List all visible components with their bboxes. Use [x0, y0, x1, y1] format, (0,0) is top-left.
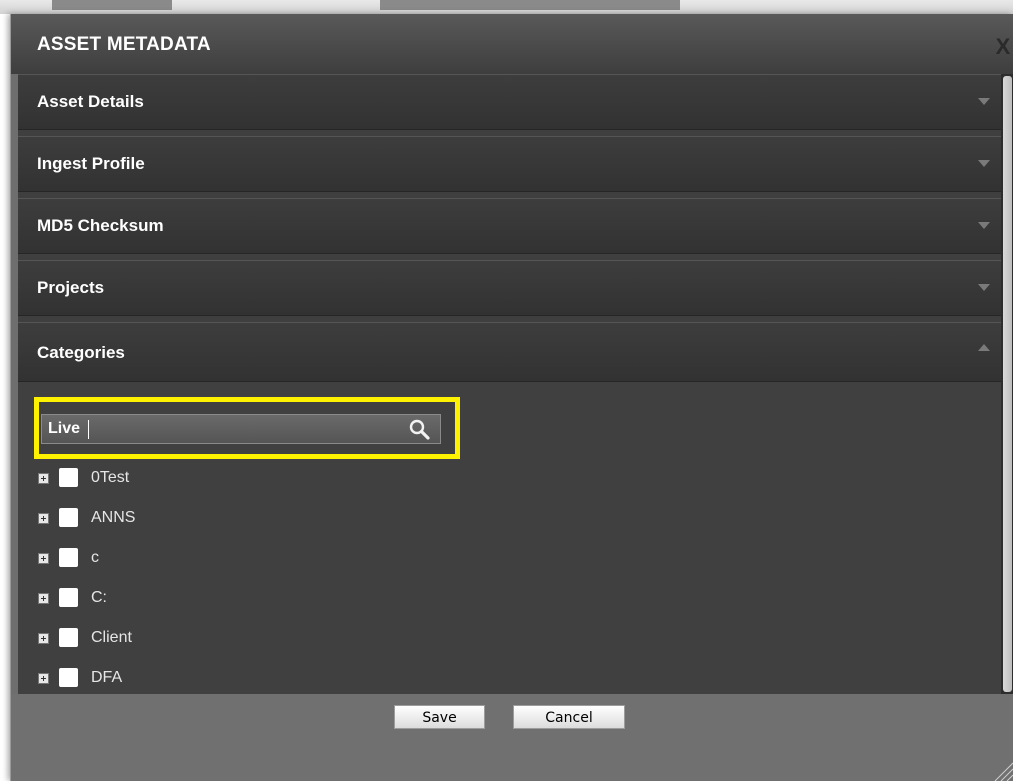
- section-label: MD5 Checksum: [37, 216, 164, 235]
- chevron-down-icon: [978, 222, 990, 229]
- tree-item: ANNS: [38, 504, 438, 532]
- tree-item: 0Test: [38, 464, 438, 492]
- background-page-strip: [0, 0, 1013, 14]
- dialog-title: ASSET METADATA: [37, 34, 211, 55]
- expand-plus-icon[interactable]: [38, 633, 49, 644]
- section-label: Ingest Profile: [37, 154, 145, 173]
- expand-plus-icon[interactable]: [38, 513, 49, 524]
- section-asset-details[interactable]: Asset Details: [18, 74, 1001, 130]
- category-checkbox[interactable]: [59, 508, 78, 527]
- resize-grip-icon[interactable]: [987, 755, 1013, 781]
- category-label[interactable]: ANNS: [91, 509, 135, 527]
- chevron-down-icon: [978, 98, 990, 105]
- dialog-titlebar[interactable]: ASSET METADATA X: [11, 14, 1013, 74]
- category-checkbox[interactable]: [59, 668, 78, 687]
- category-label[interactable]: Client: [91, 629, 132, 647]
- chevron-down-icon: [978, 284, 990, 291]
- metadata-accordion: Asset Details Ingest Profile MD5 Checksu…: [18, 74, 1001, 694]
- text-cursor: [88, 420, 89, 439]
- magnifier-icon[interactable]: [408, 418, 432, 442]
- section-categories[interactable]: Categories: [18, 322, 1001, 382]
- category-checkbox[interactable]: [59, 628, 78, 647]
- save-button[interactable]: Save: [394, 705, 485, 729]
- expand-plus-icon[interactable]: [38, 553, 49, 564]
- expand-plus-icon[interactable]: [38, 673, 49, 684]
- category-label[interactable]: C:: [91, 589, 107, 607]
- category-label[interactable]: c: [91, 549, 99, 567]
- categories-panel: 0Test ANNS c C:: [18, 382, 1001, 694]
- section-ingest-profile[interactable]: Ingest Profile: [18, 136, 1001, 192]
- chevron-up-icon: [978, 344, 990, 351]
- cancel-button[interactable]: Cancel: [513, 705, 625, 729]
- tree-item: Client: [38, 624, 438, 652]
- category-checkbox[interactable]: [59, 468, 78, 487]
- section-label: Categories: [37, 343, 125, 362]
- tree-item: C:: [38, 584, 438, 612]
- category-search-field[interactable]: [41, 414, 441, 444]
- expand-plus-icon[interactable]: [38, 593, 49, 604]
- dialog-footer: Save Cancel: [11, 694, 1013, 781]
- section-label: Projects: [37, 278, 105, 297]
- tree-item: c: [38, 544, 438, 572]
- category-search-input[interactable]: [48, 418, 388, 440]
- section-label: Asset Details: [37, 92, 144, 111]
- category-checkbox[interactable]: [59, 588, 78, 607]
- section-md5-checksum[interactable]: MD5 Checksum: [18, 198, 1001, 254]
- tree-item: DFA: [38, 664, 438, 692]
- category-label[interactable]: DFA: [91, 669, 122, 687]
- expand-plus-icon[interactable]: [38, 473, 49, 484]
- asset-metadata-dialog: ASSET METADATA X Asset Details Ingest Pr…: [10, 14, 1013, 781]
- category-label[interactable]: 0Test: [91, 469, 129, 487]
- category-checkbox[interactable]: [59, 548, 78, 567]
- close-button[interactable]: X: [991, 34, 1013, 60]
- section-projects[interactable]: Projects: [18, 260, 1001, 316]
- vertical-scrollbar[interactable]: [1001, 74, 1013, 694]
- scrollbar-thumb[interactable]: [1003, 76, 1012, 692]
- chevron-down-icon: [978, 160, 990, 167]
